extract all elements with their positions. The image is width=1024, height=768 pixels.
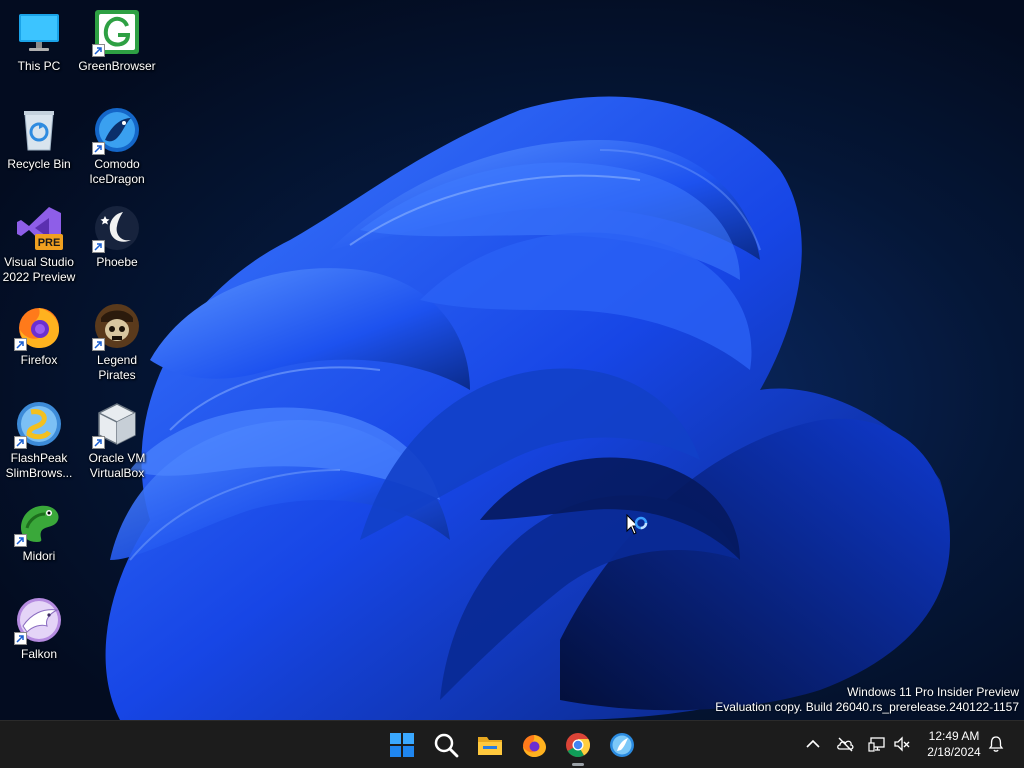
desktop-icon-label: This PC: [17, 59, 61, 73]
shortcut-arrow-icon: [92, 436, 105, 449]
search-button[interactable]: [427, 726, 465, 764]
watermark-build: Evaluation copy. Build 26040.rs_prerelea…: [715, 700, 1019, 714]
chevron-up-icon: [806, 739, 820, 748]
taskbar-slimbrowser-button[interactable]: [603, 726, 641, 764]
phoebe-moon-icon: [92, 204, 141, 253]
shortcut-arrow-icon: [92, 142, 105, 155]
slimbrowser-icon: [610, 733, 634, 757]
desktop-icon-label: Firefox: [20, 353, 58, 367]
icedragon-icon: [92, 106, 141, 155]
desktop-icon-label: Visual Studio 2022 Preview: [2, 255, 76, 284]
desktop-icon-phoebe[interactable]: Phoebe: [78, 200, 156, 294]
desktop-icon-label: Oracle VM VirtualBox: [88, 451, 146, 480]
shortcut-arrow-icon: [92, 338, 105, 351]
falkon-icon: [14, 596, 63, 645]
desktop-icon-recycle-bin[interactable]: Recycle Bin: [0, 102, 78, 196]
preview-badge: PRE: [38, 237, 61, 249]
clock-date: 2/18/2024: [927, 745, 981, 759]
firefox-icon: [14, 302, 63, 351]
taskbar-firefox-button[interactable]: [515, 726, 553, 764]
shortcut-arrow-icon: [14, 534, 27, 547]
windows-start-icon: [390, 733, 414, 757]
notifications-button[interactable]: [985, 733, 1007, 755]
desktop-icon-label: Legend Pirates: [96, 353, 138, 382]
desktop-icon-virtualbox[interactable]: Oracle VM VirtualBox: [78, 396, 156, 490]
desktop-icon-label: GreenBrowser: [78, 59, 156, 73]
desktop-icon-label: FlashPeak SlimBrows...: [5, 451, 73, 480]
desktop-icon-label: Midori: [22, 549, 56, 563]
desktop-icon-label: Recycle Bin: [7, 157, 71, 171]
desktop-icon-this-pc[interactable]: This PC: [0, 4, 78, 98]
taskbar: 12:49 AM 2/18/2024: [0, 720, 1024, 768]
desktop-icon-visual-studio[interactable]: PRE Visual Studio 2022 Preview: [0, 200, 78, 294]
chrome-icon: [566, 733, 591, 758]
desktop-icon-greenbrowser[interactable]: GreenBrowser: [78, 4, 156, 98]
running-app-indicator: [572, 763, 584, 766]
shortcut-arrow-icon: [14, 632, 27, 645]
firefox-icon: [523, 735, 546, 757]
evaluation-watermark: Windows 11 Pro Insider Preview Evaluatio…: [715, 685, 1019, 715]
volume-tray-button[interactable]: [891, 733, 913, 755]
desktop-icon-label: Comodo IceDragon: [89, 157, 145, 186]
desktop-icon-comodo-icedragon[interactable]: Comodo IceDragon: [78, 102, 156, 196]
volume-muted-icon: [894, 736, 910, 752]
taskbar-chrome-button[interactable]: [559, 726, 597, 766]
watermark-edition: Windows 11 Pro Insider Preview: [847, 685, 1019, 699]
shortcut-arrow-icon: [92, 240, 105, 253]
desktop-icon-label: Falkon: [20, 647, 58, 661]
shortcut-arrow-icon: [14, 436, 27, 449]
start-button[interactable]: [383, 726, 421, 764]
monitor-icon: [15, 8, 63, 56]
notification-bell-icon: [988, 736, 1004, 752]
show-hidden-icons-button[interactable]: [802, 733, 824, 755]
visual-studio-icon: PRE: [15, 204, 63, 252]
virtualbox-cube-icon: [92, 400, 141, 449]
desktop-icon-firefox[interactable]: Firefox: [0, 298, 78, 392]
taskbar-clock[interactable]: 12:49 AM 2/18/2024: [918, 728, 990, 760]
midori-chameleon-icon: [14, 498, 63, 547]
network-icon: [868, 737, 885, 752]
pirate-skull-icon: [92, 302, 141, 351]
desktop-icon-midori[interactable]: Midori: [0, 494, 78, 588]
search-icon: [434, 733, 459, 758]
desktop-icon-label: Phoebe: [96, 255, 138, 269]
shortcut-arrow-icon: [92, 44, 105, 57]
onedrive-tray-button[interactable]: [834, 733, 856, 755]
file-explorer-button[interactable]: [471, 726, 509, 764]
desktop-icon-flashpeak-slimbrowser[interactable]: FlashPeak SlimBrows...: [0, 396, 78, 490]
slimbrowser-icon: [14, 400, 63, 449]
file-explorer-icon: [478, 737, 502, 755]
network-tray-button[interactable]: [866, 733, 888, 755]
recycle-bin-icon: [15, 106, 63, 154]
shortcut-arrow-icon: [14, 338, 27, 351]
mouse-cursor-busy-icon: [626, 513, 652, 542]
greenbrowser-icon: [92, 8, 141, 57]
clock-time: 12:49 AM: [928, 729, 980, 743]
desktop-icon-falkon[interactable]: Falkon: [0, 592, 78, 686]
desktop-icon-legend-pirates[interactable]: Legend Pirates: [78, 298, 156, 392]
onedrive-offline-icon: [837, 737, 854, 752]
